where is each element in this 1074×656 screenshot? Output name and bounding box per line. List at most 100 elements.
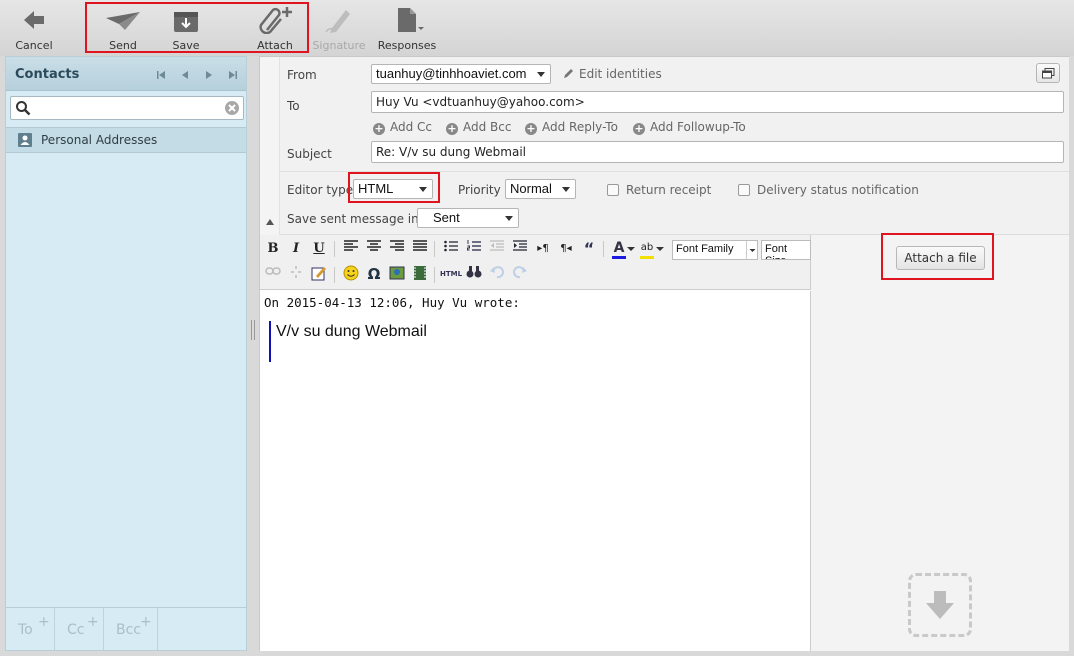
redo-icon[interactable] xyxy=(511,265,529,283)
contacts-footer: To + Cc + Bcc + xyxy=(6,607,246,650)
add-cc-label: Add Cc xyxy=(390,120,433,134)
highlight-color-icon[interactable]: ab xyxy=(638,239,656,259)
blockquote-icon[interactable]: “ xyxy=(580,240,598,258)
from-label: From xyxy=(287,68,317,82)
indent-icon[interactable] xyxy=(511,240,529,258)
html-source-icon[interactable]: HTML xyxy=(440,265,462,283)
font-size-value: Font Size xyxy=(765,243,788,259)
text-color-icon[interactable]: A xyxy=(610,239,628,259)
italic-icon[interactable]: I xyxy=(287,240,305,258)
next-page-icon[interactable] xyxy=(204,69,214,79)
compose-panel: From tuanhuy@tinhhoaviet.com Edit identi… xyxy=(259,56,1069,651)
signature-label: Signature xyxy=(312,39,366,52)
return-receipt-label: Return receipt xyxy=(626,183,712,197)
insert-media-icon[interactable] xyxy=(411,265,429,283)
text-color-dropdown-icon[interactable] xyxy=(627,240,635,258)
highlight-dropdown-icon[interactable] xyxy=(656,240,664,258)
subject-value: Re: V/v su dung Webmail xyxy=(376,145,527,159)
align-justify-icon[interactable] xyxy=(411,240,429,258)
search-icon xyxy=(15,100,31,119)
toolbar-highlight-box xyxy=(85,2,309,53)
bullet-list-icon[interactable] xyxy=(442,240,460,258)
outdent-icon[interactable] xyxy=(488,240,506,258)
panel-splitter[interactable] xyxy=(250,320,256,340)
save-sent-label: Save sent message in xyxy=(287,212,419,226)
align-center-icon[interactable] xyxy=(365,240,383,258)
subject-field[interactable]: Re: V/v su dung Webmail xyxy=(371,141,1064,163)
contacts-search-box xyxy=(10,96,244,120)
editor-toolbar: B I U ▸¶ ¶◂ “ A ab Font Family Font Size xyxy=(260,235,811,290)
cancel-label: Cancel xyxy=(15,39,53,52)
find-replace-icon[interactable] xyxy=(465,265,483,283)
contacts-title: Contacts xyxy=(15,67,80,82)
link-icon[interactable] xyxy=(264,265,282,283)
compose-headers: From tuanhuy@tinhhoaviet.com Edit identi… xyxy=(280,57,1069,235)
to-label: To xyxy=(287,99,300,113)
ltr-icon[interactable]: ▸¶ xyxy=(534,240,552,258)
numbered-list-icon[interactable] xyxy=(465,240,483,258)
quoted-text: V/v su dung Webmail xyxy=(276,323,427,340)
insert-image-icon[interactable] xyxy=(388,265,406,283)
prev-page-icon[interactable] xyxy=(180,69,190,79)
font-family-select[interactable]: Font Family xyxy=(672,240,758,260)
unlink-icon[interactable] xyxy=(287,265,305,283)
address-book-icon xyxy=(17,132,33,151)
address-book-personal[interactable]: Personal Addresses xyxy=(6,127,246,153)
delivery-status-label: Delivery status notification xyxy=(757,183,919,197)
add-reply-to-link[interactable]: + Add Reply-To xyxy=(525,120,618,135)
priority-select[interactable]: Normal xyxy=(505,179,576,199)
signature-button[interactable]: Signature xyxy=(312,6,366,52)
plus-circle-icon: + xyxy=(633,122,645,135)
message-body-editor[interactable]: On 2015-04-13 12:06, Huy Vu wrote: V/v s… xyxy=(260,291,811,651)
contacts-search-input[interactable] xyxy=(35,100,215,116)
edit-identities-link[interactable]: Edit identities xyxy=(562,67,662,83)
add-cc-link[interactable]: + Add Cc xyxy=(373,120,432,135)
from-select[interactable]: tuanhuy@tinhhoaviet.com xyxy=(371,64,551,84)
underline-icon[interactable]: U xyxy=(310,240,328,258)
undo-icon[interactable] xyxy=(488,265,506,283)
align-left-icon[interactable] xyxy=(342,240,360,258)
clear-search-icon[interactable] xyxy=(224,100,240,119)
quote-intro-text: On 2015-04-13 12:06, Huy Vu wrote: xyxy=(264,295,520,310)
add-followup-to-label: Add Followup-To xyxy=(650,120,746,134)
delivery-status-checkbox[interactable] xyxy=(738,184,750,196)
save-sent-select[interactable]: Sent xyxy=(417,208,519,228)
address-book-label: Personal Addresses xyxy=(41,133,158,147)
add-to-label: To xyxy=(18,622,33,638)
open-in-window-button[interactable] xyxy=(1036,63,1060,83)
chevron-down-icon xyxy=(746,241,757,259)
font-family-value: Font Family xyxy=(676,243,734,255)
add-followup-to-link[interactable]: + Add Followup-To xyxy=(633,120,746,135)
last-page-icon[interactable] xyxy=(228,69,238,79)
add-cc-footer-label: Cc xyxy=(67,622,85,638)
plus-icon: + xyxy=(38,614,50,630)
cancel-button[interactable]: Cancel xyxy=(14,6,54,52)
file-drop-zone[interactable] xyxy=(908,573,972,637)
special-char-icon[interactable]: Ω xyxy=(365,265,383,283)
add-cc-footer-button[interactable]: Cc + xyxy=(55,608,104,650)
add-to-button[interactable]: To + xyxy=(6,608,55,650)
contacts-header: Contacts xyxy=(6,57,246,91)
add-bcc-footer-button[interactable]: Bcc + xyxy=(104,608,158,650)
font-size-select[interactable]: Font Size xyxy=(761,240,811,260)
contacts-panel: Contacts Personal Addresses To + Cc + Bc… xyxy=(5,56,247,651)
rtl-icon[interactable]: ¶◂ xyxy=(557,240,575,258)
first-page-icon[interactable] xyxy=(156,69,166,79)
add-bcc-link[interactable]: + Add Bcc xyxy=(446,120,511,135)
align-right-icon[interactable] xyxy=(388,240,406,258)
emoticon-icon[interactable] xyxy=(342,265,360,283)
document-icon xyxy=(390,6,424,34)
to-field[interactable]: Huy Vu <vdtuanhuy@yahoo.com> xyxy=(371,91,1064,113)
bold-icon[interactable]: B xyxy=(264,240,282,258)
responses-button[interactable]: Responses xyxy=(376,6,438,52)
edit-identities-label: Edit identities xyxy=(579,67,662,81)
return-receipt-checkbox[interactable] xyxy=(607,184,619,196)
back-arrow-icon xyxy=(22,6,46,34)
plus-circle-icon: + xyxy=(373,122,385,135)
subject-label: Subject xyxy=(287,147,332,161)
pen-icon xyxy=(324,6,354,34)
edit-source-icon[interactable] xyxy=(310,265,328,283)
collapse-headers-icon[interactable] xyxy=(265,215,275,229)
window-icon xyxy=(1042,68,1055,82)
plus-circle-icon: + xyxy=(446,122,458,135)
